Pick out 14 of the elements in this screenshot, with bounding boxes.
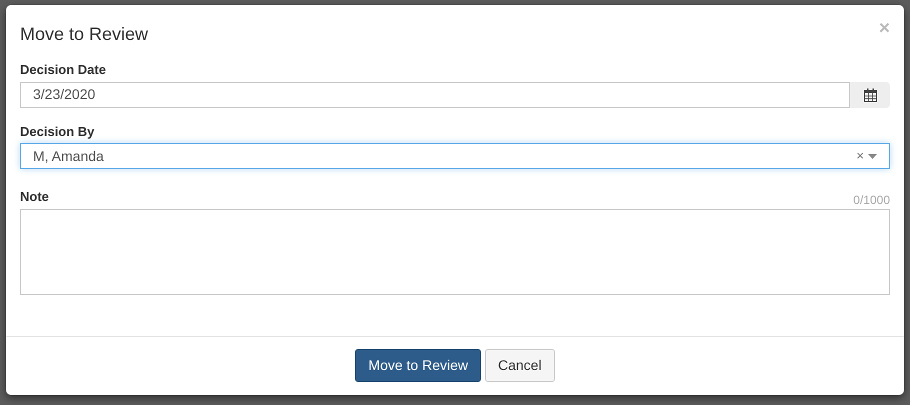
field-label: Note (20, 188, 49, 206)
field-label: Decision Date (20, 61, 106, 79)
calendar-icon (864, 88, 876, 102)
calendar-button[interactable] (850, 82, 890, 108)
character-counter: 0/1000 (853, 192, 890, 208)
caret-icon (868, 154, 877, 158)
date-field[interactable]: 3/23/2020 (20, 82, 850, 108)
select-field[interactable]: M, Amanda × (20, 143, 890, 169)
cancel-button[interactable]: Cancel (485, 349, 555, 382)
confirm-button[interactable]: Move to Review (355, 349, 481, 382)
note-field[interactable] (20, 208, 890, 294)
clear-button[interactable]: × (856, 146, 864, 166)
dialog-title: Move to Review (20, 24, 148, 46)
field-label: Decision By (20, 122, 94, 141)
